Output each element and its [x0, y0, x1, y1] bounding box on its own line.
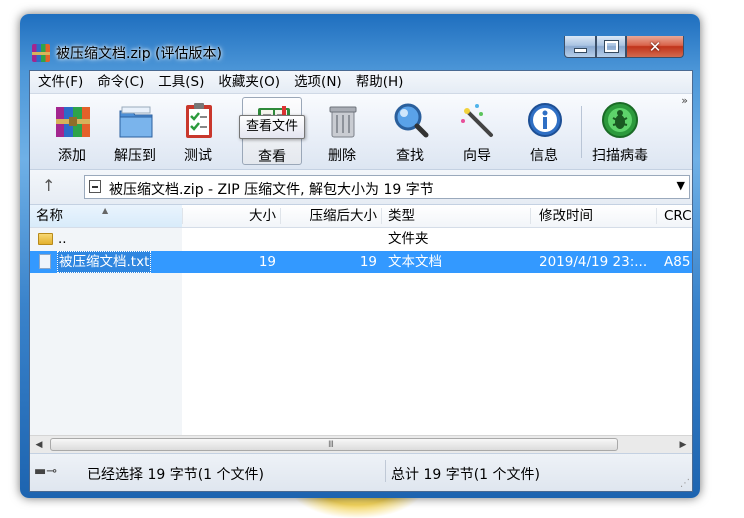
menu-favorites[interactable]: 收藏夹(O) [210, 71, 286, 93]
row-name: 被压缩文档.txt [57, 251, 152, 273]
add-button[interactable]: 添加 [42, 97, 102, 165]
view-label: 查看 [258, 149, 286, 165]
add-archive-icon [56, 107, 90, 137]
status-total: 总计 19 字节(1 个文件) [391, 467, 540, 483]
dropdown-arrow-icon[interactable]: ▼ [677, 179, 685, 192]
column-size[interactable]: 大小 [183, 205, 278, 227]
magnifier-icon [394, 103, 429, 138]
archive-path-field[interactable]: 被压缩文档.zip - ZIP 压缩文件, 解包大小为 19 字节 ▼ [84, 175, 690, 199]
address-bar: ↑ 被压缩文档.zip - ZIP 压缩文件, 解包大小为 19 字节 ▼ [30, 170, 692, 205]
row-type: 文件夹 [388, 231, 429, 247]
extract-folder-icon [119, 106, 153, 138]
test-label: 测试 [184, 148, 212, 164]
find-button[interactable]: 查找 [380, 97, 440, 165]
row-name: .. [58, 231, 67, 247]
column-header: 名称 ▲ 大小 压缩后大小 类型 修改时间 CRC [30, 205, 692, 228]
virus-scan-label: 扫描病毒 [592, 148, 648, 164]
view-tooltip: 查看文件 [239, 115, 306, 139]
sort-ascending-icon: ▲ [102, 206, 109, 215]
maximize-icon [603, 40, 619, 53]
info-button[interactable]: 信息 [514, 97, 574, 165]
column-name-label: 名称 [36, 208, 63, 224]
info-label: 信息 [530, 148, 558, 164]
column-divider[interactable] [656, 208, 657, 224]
close-icon: ✕ [648, 37, 662, 56]
resize-grip-icon[interactable]: ⋰ [680, 478, 690, 489]
scroll-left-icon[interactable]: ◀ [30, 436, 48, 454]
row-modified: 2019/4/19 23:... [539, 254, 648, 270]
menu-bar: 文件(F) 命令(C) 工具(S) 收藏夹(O) 选项(N) 帮助(H) [30, 71, 692, 94]
up-level-button[interactable]: ↑ [42, 176, 55, 195]
extract-to-button[interactable]: 解压到 [105, 97, 165, 165]
column-modified[interactable]: 修改时间 [539, 205, 654, 227]
horizontal-scrollbar[interactable]: ◀ III ▶ [30, 435, 692, 454]
winrar-window: 被压缩文档.zip (评估版本) ✕ 文件(F) 命令(C) 工具(S) 收藏夹… [20, 14, 700, 498]
menu-tools[interactable]: 工具(S) [150, 71, 210, 93]
row-size: 19 [258, 254, 276, 270]
wizard-button[interactable]: 向导 [447, 97, 507, 165]
parent-folder-row[interactable]: .. 文件夹 [30, 228, 692, 250]
toolbar-separator [581, 106, 582, 158]
toolbar-overflow-chevron[interactable]: » [681, 94, 688, 107]
add-label: 添加 [58, 148, 86, 164]
info-icon [528, 103, 562, 137]
wizard-wand-icon [461, 104, 493, 137]
extract-to-label: 解压到 [114, 148, 156, 164]
status-selected: 已经选择 19 字节(1 个文件) [87, 467, 264, 483]
file-row-selected[interactable]: 被压缩文档.txt 19 19 文本文档 2019/4/19 23:... A8… [30, 251, 692, 273]
column-divider[interactable] [381, 208, 382, 224]
column-packed[interactable]: 压缩后大小 [281, 205, 379, 227]
minimize-button[interactable] [564, 36, 596, 58]
virus-scan-button[interactable]: 扫描病毒 [588, 97, 652, 165]
test-clipboard-icon [186, 103, 212, 138]
text-file-icon [39, 254, 51, 269]
folder-icon [38, 233, 53, 245]
status-bar: ▬⊸ 已经选择 19 字节(1 个文件) 总计 19 字节(1 个文件) ⋰ [30, 453, 692, 491]
trash-icon [329, 106, 357, 138]
column-crc[interactable]: CRC [664, 205, 692, 227]
archive-path-text: 被压缩文档.zip - ZIP 压缩文件, 解包大小为 19 字节 [109, 182, 434, 198]
delete-label: 删除 [328, 148, 356, 164]
file-list: 名称 ▲ 大小 压缩后大小 类型 修改时间 CRC .. 文件夹 被压缩文档.t… [30, 205, 692, 435]
test-button[interactable]: 测试 [168, 97, 228, 165]
toolbar: 添加 解压到 测试 查看 删除 查找 向导 信息 扫描病毒 » [30, 94, 692, 170]
row-crc: A85 [664, 254, 691, 270]
delete-button[interactable]: 删除 [312, 97, 372, 165]
drive-key-icon: ▬⊸ [34, 464, 58, 479]
column-divider[interactable] [530, 208, 531, 224]
menu-commands[interactable]: 命令(C) [89, 71, 150, 93]
find-label: 查找 [396, 148, 424, 164]
client-area: 文件(F) 命令(C) 工具(S) 收藏夹(O) 选项(N) 帮助(H) 添加 [29, 70, 693, 492]
menu-options[interactable]: 选项(N) [286, 71, 348, 93]
menu-help[interactable]: 帮助(H) [348, 71, 410, 93]
row-type: 文本文档 [388, 254, 442, 270]
close-button[interactable]: ✕ [626, 36, 684, 58]
column-type[interactable]: 类型 [388, 205, 528, 227]
virus-scan-icon [602, 102, 638, 138]
minimize-icon [573, 48, 587, 53]
row-packed-size: 19 [359, 254, 377, 270]
status-divider [385, 460, 386, 482]
winrar-app-icon [32, 44, 50, 62]
menu-file[interactable]: 文件(F) [30, 71, 89, 93]
scroll-grip-icon: III [328, 440, 334, 450]
title-bar[interactable]: 被压缩文档.zip (评估版本) ✕ [20, 14, 700, 62]
archive-file-icon [89, 180, 101, 193]
scroll-thumb[interactable]: III [50, 438, 618, 451]
maximize-button[interactable] [596, 36, 626, 58]
scroll-right-icon[interactable]: ▶ [674, 436, 692, 454]
wizard-label: 向导 [463, 148, 491, 164]
window-title: 被压缩文档.zip (评估版本) [56, 46, 222, 62]
column-name[interactable]: 名称 ▲ [30, 205, 182, 227]
